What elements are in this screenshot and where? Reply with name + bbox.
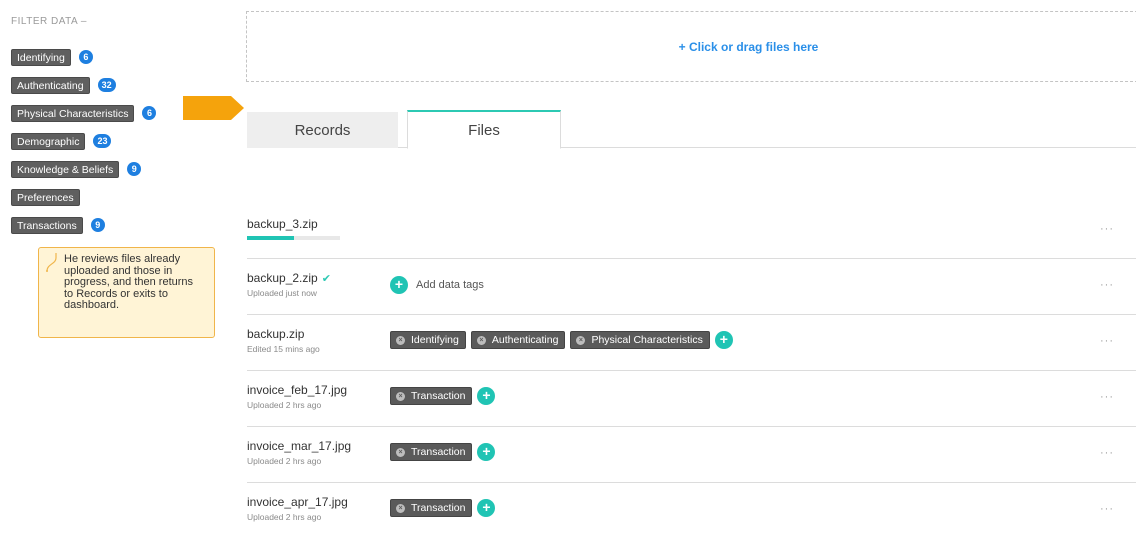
filter-chip-label[interactable]: Preferences — [11, 188, 80, 206]
sidebar: FILTER DATA – Identifying 6 Authenticati… — [0, 0, 230, 550]
tab-records[interactable]: Records — [247, 112, 398, 148]
add-tag-icon[interactable]: + — [477, 387, 496, 405]
filter-chip-label[interactable]: Authenticating — [11, 76, 90, 94]
count-badge: 6 — [78, 50, 93, 64]
file-row: invoice_feb_17.jpg Uploaded 2 hrs ago × … — [247, 371, 1136, 427]
add-data-tags-link[interactable]: Add data tags — [416, 279, 484, 291]
annotation-note: He reviews files already uploaded and th… — [38, 247, 215, 338]
more-options-icon[interactable]: ··· — [1100, 503, 1114, 515]
more-options-icon[interactable]: ··· — [1100, 447, 1114, 459]
file-row: backup_3.zip ··· — [247, 203, 1136, 259]
tag-label: Physical Characteristics — [591, 334, 703, 346]
data-tag: × Transaction — [390, 387, 473, 405]
dropzone-label[interactable]: + Click or drag files here — [679, 40, 819, 54]
count-badge: 23 — [93, 134, 112, 148]
tag-group: × Transaction + — [390, 443, 496, 461]
annotation-text: He reviews files already uploaded and th… — [64, 253, 194, 311]
file-name: invoice_apr_17.jpg — [247, 495, 348, 509]
file-name: backup_3.zip — [247, 217, 318, 231]
filter-item-knowledge-beliefs[interactable]: Knowledge & Beliefs 9 — [11, 155, 156, 183]
tag-group: + Add data tags — [390, 276, 484, 294]
check-icon: ✔ — [321, 273, 331, 285]
data-tag: × Transaction — [390, 499, 473, 517]
file-status: Uploaded 2 hrs ago — [247, 400, 322, 410]
file-row: backup.zip Edited 15 mins ago × Identify… — [247, 315, 1136, 371]
filter-item-preferences[interactable]: Preferences — [11, 183, 156, 211]
tag-label: Transaction — [411, 390, 466, 402]
tag-label: Transaction — [411, 502, 466, 514]
tag-label: Transaction — [411, 446, 466, 458]
filter-chip-label[interactable]: Physical Characteristics — [11, 104, 135, 122]
flow-path-icon — [46, 253, 57, 272]
filter-chip-label[interactable]: Demographic — [11, 132, 86, 150]
filter-data-toggle[interactable]: FILTER DATA – — [11, 16, 87, 27]
filter-item-physical-characteristics[interactable]: Physical Characteristics 6 — [11, 99, 157, 127]
file-name: backup_2.zip — [247, 271, 318, 285]
file-name: invoice_feb_17.jpg — [247, 383, 348, 397]
add-tag-icon[interactable]: + — [477, 443, 496, 461]
tag-group: × Transaction + — [390, 387, 496, 405]
file-list: backup_3.zip ··· backup_2.zip ✔ Uploaded … — [247, 203, 1136, 539]
more-options-icon[interactable]: ··· — [1100, 223, 1114, 235]
filter-item-identifying[interactable]: Identifying 6 — [11, 43, 156, 71]
file-dropzone[interactable]: + Click or drag files here — [246, 11, 1136, 82]
data-tag: × Identifying — [390, 331, 466, 349]
filter-item-transactions[interactable]: Transactions 9 — [11, 211, 156, 239]
data-tag: × Transaction — [390, 443, 473, 461]
file-row: backup_2.zip ✔ Uploaded just now + Add da… — [247, 259, 1136, 315]
count-badge: 6 — [142, 106, 157, 120]
pointer-arrow-icon — [183, 96, 244, 120]
remove-tag-icon[interactable]: × — [396, 503, 405, 513]
remove-tag-icon[interactable]: × — [396, 447, 405, 457]
data-tag: × Authenticating — [470, 331, 566, 349]
filter-chip-label[interactable]: Knowledge & Beliefs — [11, 160, 120, 178]
upload-progress-fill — [247, 236, 294, 240]
filter-chip-label[interactable]: Identifying — [11, 48, 71, 66]
add-tag-icon[interactable]: + — [714, 331, 733, 349]
remove-tag-icon[interactable]: × — [576, 335, 586, 345]
tag-group: × Transaction + — [390, 499, 496, 517]
data-tag: × Physical Characteristics — [570, 331, 710, 349]
tab-bar: Records Files — [247, 110, 1136, 149]
filter-item-demographic[interactable]: Demographic 23 — [11, 127, 156, 155]
tag-label: Identifying — [411, 334, 459, 346]
file-status: Uploaded 2 hrs ago — [247, 512, 322, 522]
count-badge: 9 — [90, 218, 105, 232]
add-tag-icon[interactable]: + — [477, 499, 496, 517]
file-row: invoice_mar_17.jpg Uploaded 2 hrs ago × … — [247, 427, 1136, 483]
file-name: backup.zip — [247, 327, 305, 341]
filter-item-authenticating[interactable]: Authenticating 32 — [11, 71, 156, 99]
file-row: invoice_apr_17.jpg Uploaded 2 hrs ago × … — [247, 483, 1136, 539]
file-status: Uploaded 2 hrs ago — [247, 456, 322, 466]
count-badge: 32 — [97, 78, 116, 92]
remove-tag-icon[interactable]: × — [396, 391, 405, 401]
file-name: invoice_mar_17.jpg — [247, 439, 352, 453]
upload-progress-bar — [247, 236, 340, 240]
count-badge: 9 — [127, 162, 142, 176]
more-options-icon[interactable]: ··· — [1100, 391, 1114, 403]
more-options-icon[interactable]: ··· — [1100, 335, 1114, 347]
tag-label: Authenticating — [491, 334, 559, 346]
more-options-icon[interactable]: ··· — [1100, 279, 1114, 291]
remove-tag-icon[interactable]: × — [476, 335, 486, 345]
remove-tag-icon[interactable]: × — [396, 335, 405, 345]
filter-chip-label[interactable]: Transactions — [11, 216, 83, 234]
filter-list: Identifying 6 Authenticating 32 Physical… — [11, 43, 157, 239]
file-name-wrap: backup_2.zip ✔ — [247, 271, 331, 285]
tab-files[interactable]: Files — [407, 110, 561, 149]
tag-group: × Identifying × Authenticating × Physica… — [390, 331, 733, 349]
file-status: Edited 15 mins ago — [247, 344, 320, 354]
file-status: Uploaded just now — [247, 288, 317, 298]
add-tag-icon[interactable]: + — [390, 276, 408, 294]
